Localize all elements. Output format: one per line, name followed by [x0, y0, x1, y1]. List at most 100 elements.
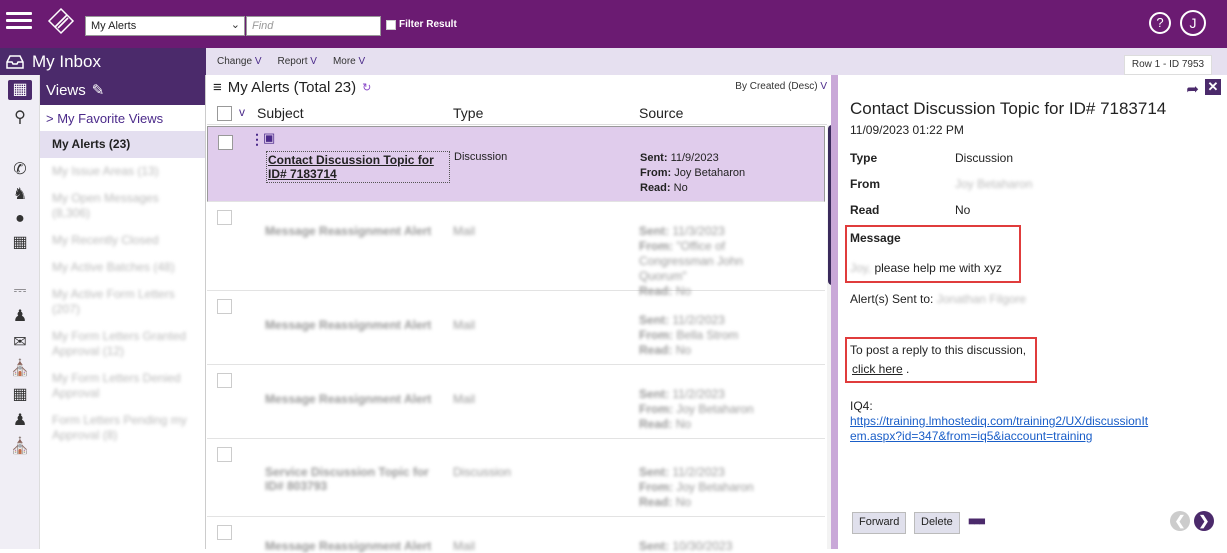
nav-item-my-alerts[interactable]: My Alerts (23)	[40, 131, 205, 158]
sent-label: Sent:	[640, 152, 668, 164]
row-subject[interactable]: Message Reassignment Alert	[265, 392, 431, 406]
detail-date: 11/09/2023 01:22 PM	[850, 123, 964, 137]
close-icon[interactable]: ✕	[1205, 79, 1221, 95]
row-subject[interactable]: Message Reassignment Alert	[265, 224, 431, 238]
iq4-link[interactable]: https://training.lmhostediq.com/training…	[850, 414, 1150, 444]
table-row[interactable]: Message Reassignment Alert Mail Sent: 11…	[207, 291, 825, 365]
add-bomb-icon[interactable]: ●	[8, 209, 32, 229]
table-row[interactable]: Message Reassignment Alert Mail Sent: 11…	[207, 365, 825, 439]
nav-item-recently-closed[interactable]: My Recently Closed	[40, 227, 205, 254]
page-title: My Inbox	[32, 51, 101, 71]
row-checkbox[interactable]	[217, 373, 232, 388]
alert-view-value: My Alerts	[91, 20, 137, 32]
user-avatar[interactable]: J	[1180, 10, 1206, 36]
pane-splitter[interactable]	[831, 75, 838, 549]
table-row[interactable]: Message Reassignment Alert Mail Sent: 10…	[207, 517, 825, 553]
checkbox-icon[interactable]	[386, 19, 396, 30]
sort-order-select[interactable]: By Created (Desc) V	[735, 81, 827, 92]
chevron-down-icon[interactable]: v	[239, 105, 245, 119]
app-logo-icon[interactable]	[46, 6, 76, 36]
alert-list: ≡ My Alerts (Total 23) ↻ By Created (Des…	[207, 75, 837, 553]
views-header: Views ✎	[40, 75, 205, 105]
nav-item-issue-areas[interactable]: My Issue Areas (13)	[40, 158, 205, 185]
hamburger-menu-icon[interactable]	[6, 8, 32, 34]
popout-icon[interactable]: ➦	[1186, 80, 1199, 98]
table-row[interactable]: ⋮ ▣ Contact Discussion Topic for ID# 718…	[207, 126, 825, 202]
sort-lines-icon[interactable]: ≡	[213, 79, 222, 96]
row-checkbox[interactable]	[217, 299, 232, 314]
message-text: please help me with xyz	[874, 261, 1002, 275]
search-icon[interactable]: ⚲	[8, 108, 32, 128]
mail-icon[interactable]: ✉	[8, 333, 32, 353]
column-headers: v Subject Type Source	[207, 103, 827, 125]
nav-item-denied-approval[interactable]: My Form Letters Denied Approval	[40, 365, 205, 407]
next-icon[interactable]: ❯	[1194, 511, 1214, 531]
refresh-icon[interactable]: ↻	[362, 81, 371, 94]
row-checkbox[interactable]	[217, 447, 232, 462]
alert-view-select[interactable]: My Alerts ⌄	[85, 16, 245, 36]
row-checkbox[interactable]	[217, 525, 232, 540]
from-label: From	[850, 177, 880, 191]
row-source: Sent: 11/2/2023 From: Bella Strom Read: No	[639, 313, 739, 357]
government-search-icon[interactable]: ⛪	[8, 437, 32, 457]
change-menu[interactable]: Change V	[217, 56, 261, 67]
report-menu[interactable]: Report V	[277, 56, 316, 67]
delete-button[interactable]: Delete	[914, 512, 960, 534]
row-subject[interactable]: Message Reassignment Alert	[265, 318, 431, 332]
more-menu-label: More	[332, 56, 356, 67]
type-label: Type	[850, 151, 878, 165]
add-user-icon[interactable]: ♞	[8, 185, 32, 205]
table-row[interactable]: Message Reassignment Alert Mail Sent: 11…	[207, 202, 825, 298]
more-actions-icon[interactable]: ■■■	[968, 514, 986, 528]
sent-value: 11/9/2023	[670, 152, 719, 164]
calendar-icon[interactable]: ▦	[8, 233, 32, 253]
nav-item-active-batches[interactable]: My Active Batches (48)	[40, 254, 205, 281]
read-label: Read:	[640, 182, 671, 194]
row-source: Sent: 10/30/2023	[639, 539, 733, 553]
row-source: Sent: 11/2/2023 From: Joy Betaharon Read: …	[639, 465, 754, 509]
chevron-down-icon: V	[310, 56, 317, 67]
column-source[interactable]: Source	[639, 105, 683, 121]
column-subject[interactable]: Subject	[257, 105, 304, 121]
views-title: Views	[46, 81, 86, 99]
group-search-icon[interactable]: ♟	[8, 411, 32, 431]
nav-item-active-form-letters[interactable]: My Active Form Letters (207)	[40, 281, 205, 323]
click-here-link[interactable]: click here	[852, 362, 903, 376]
nav-item-pending-approval[interactable]: Form Letters Pending my Approval (8)	[40, 407, 205, 449]
help-icon[interactable]: ?	[1149, 12, 1171, 34]
row-type: Discussion	[453, 465, 512, 479]
message-label: Message	[850, 231, 901, 245]
table-row[interactable]: Service Discussion Topic for ID# 803793 …	[207, 439, 825, 517]
group-icon[interactable]: ♟	[8, 307, 32, 327]
government-icon[interactable]: ⛪	[8, 359, 32, 379]
column-type[interactable]: Type	[453, 105, 483, 121]
phone-icon[interactable]: ✆	[8, 160, 32, 180]
top-bar: My Alerts ⌄ Find Filter Result ? J	[0, 0, 1227, 48]
kebab-menu-icon[interactable]: ⋮	[250, 131, 264, 148]
window-icon: ▣	[263, 130, 276, 145]
nav-item-open-messages[interactable]: My Open Messages (8,306)	[40, 185, 205, 227]
nav-item-granted-approval[interactable]: My Form Letters Granted Approval (12)	[40, 323, 205, 365]
views-panel-icon[interactable]: ▦	[8, 80, 32, 100]
click-here-row: click here .	[852, 362, 910, 376]
forward-button[interactable]: Forward	[852, 512, 907, 534]
row-checkbox[interactable]	[218, 135, 233, 150]
more-menu[interactable]: More V	[333, 56, 365, 67]
row-checkbox[interactable]	[217, 210, 232, 225]
inbox-icon[interactable]: ⎓	[8, 281, 32, 301]
row-subject-link[interactable]: Contact Discussion Topic for ID# 7183714	[266, 151, 450, 183]
favorite-views-link[interactable]: > My Favorite Views	[40, 105, 205, 131]
select-all-checkbox[interactable]	[217, 106, 232, 121]
pencil-icon[interactable]: ✎	[92, 81, 105, 99]
change-menu-label: Change	[217, 56, 253, 67]
calendar-grid-icon[interactable]: ▦	[8, 385, 32, 405]
report-menu-label: Report	[277, 56, 308, 67]
previous-icon[interactable]: ❮	[1170, 511, 1190, 531]
sent-to-row: Alert(s) Sent to: Jonathan Filgore	[850, 292, 1026, 306]
icon-sidebar: ▦ ⚲ ✆ ♞ ● ▦ ⎓ ♟ ✉ ⛪ ▦ ♟ ⛪	[0, 75, 40, 549]
from-value: Joy Betaharon	[955, 177, 1033, 191]
find-input[interactable]: Find	[246, 16, 381, 36]
row-subject[interactable]: Message Reassignment Alert	[265, 539, 431, 553]
row-subject[interactable]: Service Discussion Topic for ID# 803793	[265, 465, 445, 493]
filter-result-checkbox[interactable]: Filter Result	[386, 19, 457, 30]
